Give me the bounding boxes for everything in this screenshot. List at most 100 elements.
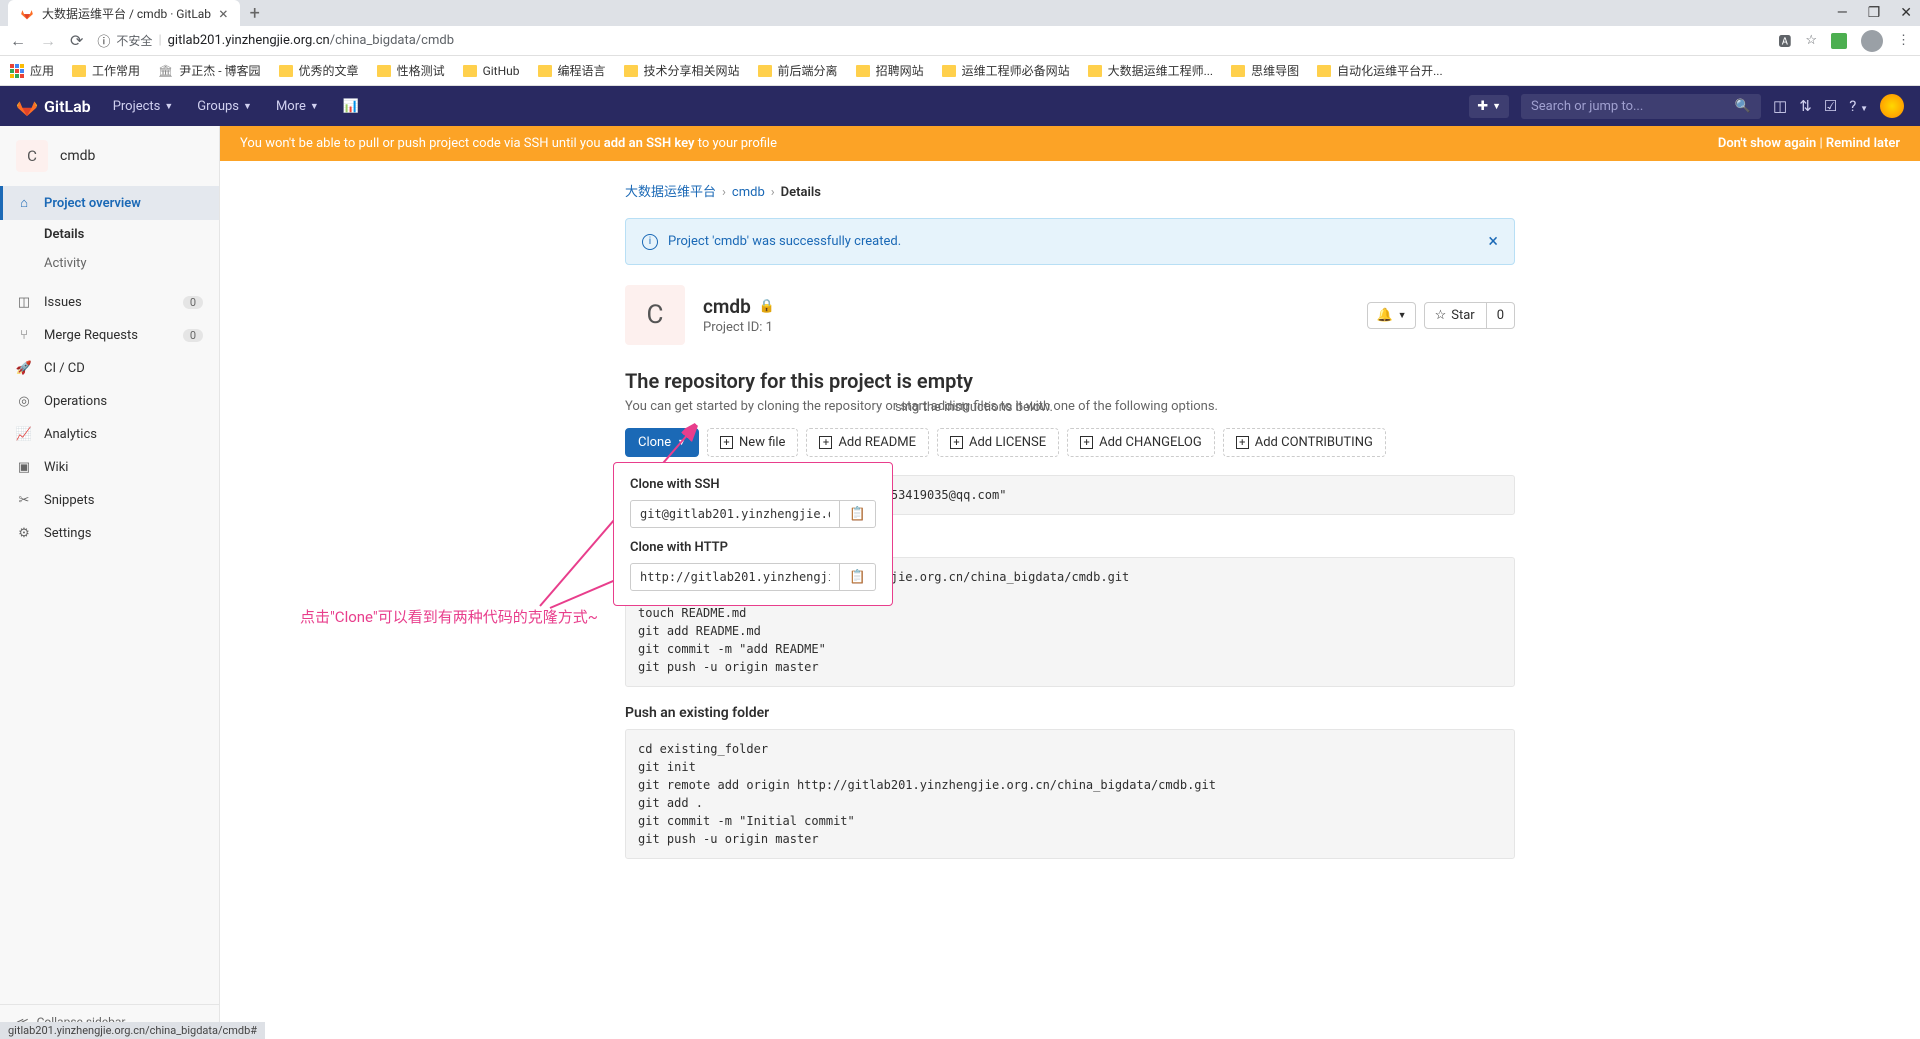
success-alert: i Project 'cmdb' was successfully create… [625, 218, 1515, 265]
nav-activity-icon[interactable]: 📊 [333, 93, 369, 120]
sidebar-item-issues[interactable]: ◫Issues0 [0, 286, 219, 319]
bookmark-item[interactable]: 性格测试 [377, 62, 445, 79]
url-field[interactable]: ⓘ 不安全 | gitlab201.yinzhengjie.org.cn/chi… [97, 31, 1764, 50]
tab-close-icon[interactable]: × [219, 4, 228, 23]
clone-http-input[interactable] [630, 563, 840, 591]
nav-groups[interactable]: Groups▼ [187, 93, 262, 120]
new-file-button[interactable]: +New file [707, 428, 798, 457]
gitlab-logo[interactable]: GitLab [16, 95, 91, 117]
bookmark-item[interactable]: GitHub [463, 64, 520, 78]
sidebar-sub-activity[interactable]: Activity [0, 249, 219, 278]
menu-icon[interactable]: ⋮ [1897, 33, 1910, 48]
remind-later-link[interactable]: Remind later [1826, 136, 1900, 151]
sidebar-item-cicd[interactable]: 🚀CI / CD [0, 352, 219, 385]
analytics-icon: 📈 [16, 427, 32, 442]
operations-icon: ◎ [16, 394, 32, 409]
bookmark-item[interactable]: 优秀的文章 [279, 62, 359, 79]
todo-icon[interactable]: ☑ [1824, 97, 1837, 115]
browser-tab[interactable]: 大数据运维平台 / cmdb · GitLab × [8, 0, 240, 26]
book-icon: ▣ [16, 460, 32, 475]
breadcrumb: 大数据运维平台›cmdb›Details [625, 171, 1515, 218]
sidebar-project-header[interactable]: C cmdb [0, 126, 219, 186]
bookmark-item[interactable]: 技术分享相关网站 [624, 62, 740, 79]
bell-icon: 🔔 [1376, 308, 1392, 323]
address-bar: ← → ⟳ ⓘ 不安全 | gitlab201.yinzhengjie.org.… [0, 26, 1920, 56]
sidebar-item-wiki[interactable]: ▣Wiki [0, 451, 219, 484]
clone-button[interactable]: Clone ▼ [625, 428, 699, 457]
breadcrumb-current: Details [781, 185, 821, 200]
close-icon[interactable]: ✕ [1900, 5, 1912, 21]
add-readme-button[interactable]: +Add README [806, 428, 929, 457]
bookmark-item[interactable]: 思维导图 [1231, 62, 1299, 79]
gitlab-favicon [20, 6, 34, 20]
bookmark-item[interactable]: 编程语言 [538, 62, 606, 79]
sidebar-item-overview[interactable]: ⌂Project overview [0, 186, 219, 220]
merge-request-icon[interactable]: ⇅ [1799, 97, 1812, 115]
alert-close-icon[interactable]: × [1488, 231, 1498, 252]
star-button[interactable]: ☆ Star0 [1424, 302, 1515, 329]
bookmark-item[interactable]: 🏛尹正杰 - 博客园 [158, 62, 261, 79]
gitlab-header: GitLab Projects▼ Groups▼ More▼ 📊 ✚ ▼ 🔍 ◫… [0, 86, 1920, 126]
issues-icon[interactable]: ◫ [1773, 97, 1787, 115]
sidebar-item-merge-requests[interactable]: ⑂Merge Requests0 [0, 319, 219, 352]
add-contributing-button[interactable]: +Add CONTRIBUTING [1223, 428, 1386, 457]
issues-icon: ◫ [16, 295, 32, 310]
notification-button[interactable]: 🔔 ▼ [1367, 302, 1415, 329]
sidebar: C cmdb ⌂Project overview Details Activit… [0, 126, 220, 1039]
sidebar-item-analytics[interactable]: 📈Analytics [0, 418, 219, 451]
copy-ssh-button[interactable]: 📋 [840, 500, 876, 528]
bookmark-star-icon[interactable]: ☆ [1805, 33, 1817, 48]
nav-projects[interactable]: Projects▼ [103, 93, 184, 120]
add-changelog-button[interactable]: +Add CHANGELOG [1067, 428, 1215, 457]
bookmark-item[interactable]: 运维工程师必备网站 [942, 62, 1070, 79]
back-icon[interactable]: ← [10, 31, 26, 51]
user-avatar[interactable] [1880, 94, 1904, 118]
bookmark-item[interactable]: 工作常用 [72, 62, 140, 79]
annotation-text: 点击"Clone"可以看到有两种代码的克隆方式~ [300, 606, 598, 627]
clipboard-icon: 📋 [849, 507, 866, 522]
action-buttons-row: Clone ▼ +New file +Add README +Add LICEN… [625, 428, 1515, 457]
dont-show-again-link[interactable]: Don't show again [1718, 136, 1816, 151]
add-license-button[interactable]: +Add LICENSE [937, 428, 1059, 457]
reload-icon[interactable]: ⟳ [70, 31, 83, 50]
translate-icon[interactable]: 🅰 [1778, 31, 1791, 50]
bookmark-item[interactable]: 自动化运维平台开... [1317, 62, 1443, 79]
search-box[interactable]: 🔍 [1521, 94, 1761, 119]
merge-icon: ⑂ [16, 328, 32, 343]
sidebar-item-operations[interactable]: ◎Operations [0, 385, 219, 418]
minimize-icon[interactable]: — [1837, 5, 1848, 21]
bookmark-item[interactable]: 前后端分离 [758, 62, 838, 79]
sidebar-item-snippets[interactable]: ✂Snippets [0, 484, 219, 517]
new-dropdown[interactable]: ✚ ▼ [1469, 95, 1509, 118]
sidebar-item-settings[interactable]: ⚙Settings [0, 517, 219, 550]
new-tab-button[interactable]: + [250, 3, 260, 24]
search-input[interactable] [1531, 99, 1735, 114]
forward-icon[interactable]: → [40, 31, 56, 51]
bookmark-item[interactable]: 招聘网站 [856, 62, 924, 79]
project-title: cmdb🔒 [703, 295, 775, 318]
clone-ssh-input[interactable] [630, 500, 840, 528]
security-info-icon[interactable]: ⓘ [97, 31, 110, 50]
clone-ssh-label: Clone with SSH [630, 477, 876, 492]
extension-icon[interactable] [1831, 33, 1847, 49]
breadcrumb-project[interactable]: cmdb [732, 185, 765, 200]
breadcrumb-root[interactable]: 大数据运维平台 [625, 185, 716, 200]
add-ssh-key-link[interactable]: add an SSH key [604, 136, 695, 151]
sidebar-sub-details[interactable]: Details [0, 220, 219, 249]
bookmark-item[interactable]: 大数据运维工程师... [1088, 62, 1214, 79]
maximize-icon[interactable]: ❐ [1868, 5, 1881, 21]
nav-more[interactable]: More▼ [266, 93, 329, 120]
push-folder-heading: Push an existing folder [625, 705, 1515, 721]
browser-tab-strip: 大数据运维平台 / cmdb · GitLab × + — ❐ ✕ [0, 0, 1920, 26]
copy-http-button[interactable]: 📋 [840, 563, 876, 591]
search-icon: 🔍 [1735, 99, 1751, 114]
help-icon[interactable]: ? ▼ [1849, 97, 1868, 115]
profile-avatar[interactable] [1861, 30, 1883, 52]
bookmarks-bar: 应用 工作常用 🏛尹正杰 - 博客园 优秀的文章 性格测试 GitHub 编程语… [0, 56, 1920, 86]
empty-repo-heading: The repository for this project is empty [625, 369, 1515, 393]
tab-title: 大数据运维平台 / cmdb · GitLab [42, 5, 211, 22]
gear-icon: ⚙ [16, 526, 32, 541]
apps-button[interactable]: 应用 [10, 62, 54, 79]
scissors-icon: ✂ [16, 493, 32, 508]
push-folder-code: cd existing_folder git init git remote a… [625, 729, 1515, 859]
